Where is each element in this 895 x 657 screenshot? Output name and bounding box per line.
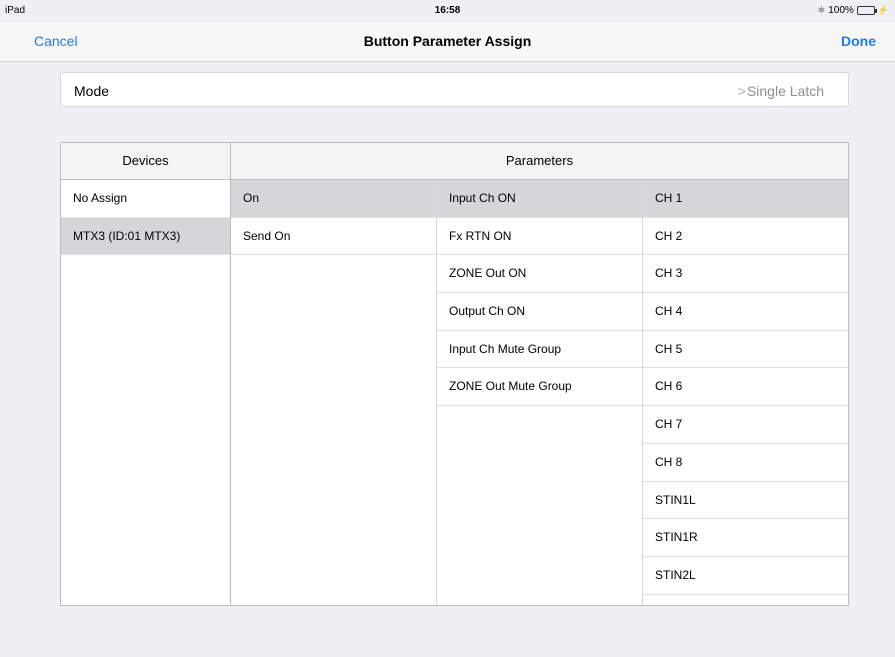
channel-row[interactable]: CH 8 — [643, 443, 848, 482]
device-row[interactable]: MTX3 (ID:01 MTX3) — [61, 217, 230, 256]
parameter-column[interactable]: Input Ch ON Fx RTN ON ZONE Out ON Output Ch… — [437, 180, 643, 605]
channel-column[interactable]: CH 1 CH 2 CH 3 CH 4 CH 5 CH 6 CH 7 CH 8 STIN1L ST… — [643, 180, 848, 605]
navigation-bar: Cancel Button Parameter Assign Done — [0, 22, 895, 62]
done-button[interactable]: Done — [841, 33, 876, 49]
category-column[interactable]: On Send On — [231, 180, 437, 605]
parameters-header: Parameters — [231, 143, 848, 180]
channel-row[interactable]: CH 1 — [643, 180, 848, 218]
channel-row[interactable]: STIN1L — [643, 481, 848, 520]
parameter-row[interactable]: ZONE Out ON — [437, 255, 642, 294]
mode-label: Mode — [74, 83, 110, 99]
device-row[interactable]: No Assign — [61, 180, 230, 218]
charging-icon: ⚡ — [877, 5, 889, 15]
parameter-row[interactable]: Input Ch ON — [437, 180, 642, 218]
parameter-row[interactable]: Fx RTN ON — [437, 217, 642, 256]
category-row[interactable]: On — [231, 180, 436, 218]
devices-header: Devices — [61, 143, 231, 180]
status-bar: iPad 16:58 ✱ 100% ⚡ — [0, 0, 895, 22]
mode-value-text: Single Latch — [746, 83, 824, 99]
screen: iPad 16:58 ✱ 100% ⚡ Cancel Button Parame… — [0, 0, 895, 657]
parameter-row[interactable]: Output Ch ON — [437, 293, 642, 331]
bluetooth-icon: ✱ — [817, 5, 826, 15]
parameter-row[interactable]: Input Ch Mute Group — [437, 330, 642, 369]
chevron-right-icon: > — [737, 83, 746, 99]
battery-percent: 100% — [828, 5, 854, 16]
channel-row[interactable]: CH 3 — [643, 255, 848, 294]
channel-row[interactable]: CH 6 — [643, 368, 848, 407]
channel-row[interactable]: CH 4 — [643, 293, 848, 331]
channel-row[interactable]: STIN2L — [643, 556, 848, 595]
battery-icon — [856, 6, 877, 15]
assign-table: Devices Parameters No Assign MTX3 (ID:01 … — [60, 142, 849, 606]
mode-value: >Single Latch — [738, 83, 824, 99]
devices-column[interactable]: No Assign MTX3 (ID:01 MTX3) — [61, 180, 231, 605]
parameter-row[interactable]: ZONE Out Mute Group — [437, 368, 642, 407]
page-title: Button Parameter Assign — [363, 33, 532, 49]
channel-row[interactable]: CH 7 — [643, 406, 848, 444]
channel-row[interactable]: STIN1R — [643, 519, 848, 557]
channel-row[interactable]: CH 2 — [643, 217, 848, 256]
category-row[interactable]: Send On — [231, 217, 436, 256]
channel-row[interactable]: CH 5 — [643, 330, 848, 369]
mode-row[interactable]: Mode >Single Latch — [60, 72, 849, 107]
status-time: 16:58 — [434, 5, 461, 16]
status-right: ✱ 100% ⚡ — [818, 5, 889, 16]
